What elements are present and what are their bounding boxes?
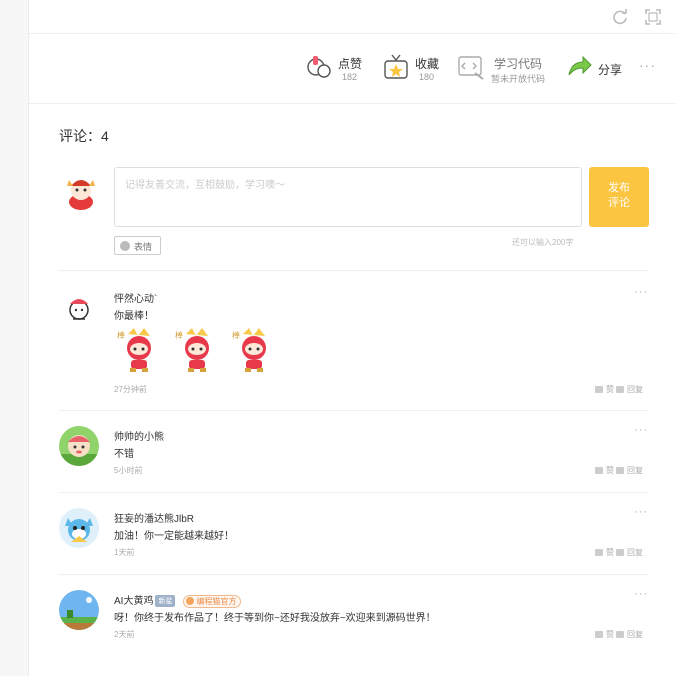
left-sidebar-strip xyxy=(0,0,29,676)
fullscreen-icon[interactable] xyxy=(644,8,662,26)
divider xyxy=(59,270,649,271)
comments-count-title: 评论：4 xyxy=(59,128,109,144)
new-star-badge: 新星 xyxy=(155,595,176,607)
comment-more-button[interactable]: ··· xyxy=(634,506,648,518)
comment-time: 1天前 xyxy=(114,548,135,557)
share-button[interactable]: 分享 xyxy=(565,52,627,86)
sticker-image: 棒 xyxy=(175,328,209,372)
comment-item: AI大黄鸡 新星 编程猫官方 呀！你终于发布作品了！终于等到你~还好我没放弃~欢迎来… xyxy=(59,588,649,646)
comment-like-button[interactable]: 赞 xyxy=(606,385,614,394)
official-badge-icon xyxy=(186,597,195,605)
like-button[interactable]: 点赞 182 xyxy=(305,52,367,86)
user-avatar xyxy=(59,590,99,630)
user-avatar xyxy=(59,508,99,548)
user-avatar xyxy=(59,426,99,466)
divider xyxy=(59,574,649,575)
comment-text: 呀！你终于发布作品了！终于等到你~还好我没放弃~欢迎来到源码世界！ xyxy=(114,613,436,624)
comment-like-button[interactable]: 赞 xyxy=(606,548,614,557)
action-bar: 点赞 182 收藏 180 学习代码 暂未开放代码 分享 ··· xyxy=(29,34,675,104)
comment-like-button[interactable]: 赞 xyxy=(606,466,614,475)
like-icon xyxy=(595,386,603,393)
comment-time: 27分钟前 xyxy=(114,385,147,394)
more-options-button[interactable]: ··· xyxy=(639,57,656,73)
like-label: 点赞 xyxy=(338,57,363,71)
sticker-image: 棒 xyxy=(117,328,151,372)
learn-code-button[interactable]: 学习代码 暂未开放代码 xyxy=(457,52,557,86)
comment-item: 怦然心动` 你最棒！ 棒 棒 棒 27分钟前 ··· 赞 回复 xyxy=(59,286,649,398)
publish-label-line2: 评论 xyxy=(608,197,630,209)
publish-comment-button[interactable]: 发布 评论 xyxy=(589,167,649,227)
comment-text: 不错 xyxy=(114,449,134,460)
comment-time: 2天前 xyxy=(114,630,135,639)
comment-text: 加油！你一定能越来越好！ xyxy=(114,531,234,542)
sticker-image: 棒 xyxy=(232,328,266,372)
sticker-group: 棒 棒 棒 xyxy=(114,324,284,374)
comment-more-button[interactable]: ··· xyxy=(634,424,648,436)
learn-code-label: 学习代码 xyxy=(494,57,543,71)
comment-username-row: AI大黄鸡 新星 编程猫官方 xyxy=(114,592,242,608)
like-icon xyxy=(595,549,603,556)
divider xyxy=(59,410,649,411)
comment-username[interactable]: 狂妄的潘达熊JlbR xyxy=(114,510,194,525)
official-badge-label: 编程猫官方 xyxy=(196,597,237,606)
reply-icon xyxy=(616,631,624,638)
share-arrow-icon xyxy=(568,55,592,76)
comment-time: 5小时前 xyxy=(114,466,143,475)
comment-more-button[interactable]: ··· xyxy=(634,588,648,600)
comment-username[interactable]: 帅帅的小熊 xyxy=(114,428,164,443)
reply-icon xyxy=(616,467,624,474)
reply-icon xyxy=(616,386,624,393)
smile-icon xyxy=(120,241,130,251)
comment-actions: 赞 回复 xyxy=(593,384,643,395)
comment-username[interactable]: AI大黄鸡 xyxy=(114,596,153,607)
comment-input[interactable]: 记得友善交流，互相鼓励，学习噢～ xyxy=(114,167,582,227)
comment-reply-button[interactable]: 回复 xyxy=(627,385,643,394)
share-label: 分享 xyxy=(598,63,623,77)
learn-code-sub: 暂未开放代码 xyxy=(491,74,546,84)
current-user-avatar xyxy=(67,180,95,210)
comment-actions: 赞 回复 xyxy=(593,547,643,558)
comment-reply-button[interactable]: 回复 xyxy=(627,630,643,639)
collect-box-icon xyxy=(384,54,408,79)
publish-label-line1: 发布 xyxy=(608,182,630,194)
svg-text:棒: 棒 xyxy=(117,330,125,340)
comment-more-button[interactable]: ··· xyxy=(634,286,648,298)
comment-item: 帅帅的小熊 不错 5小时前 ··· 赞 回复 xyxy=(59,424,649,482)
reply-icon xyxy=(616,549,624,556)
emoji-button[interactable]: 表情 xyxy=(114,236,161,255)
thumbs-up-icon xyxy=(307,56,331,78)
comment-item: 狂妄的潘达熊JlbR 加油！你一定能越来越好！ 1天前 ··· 赞 回复 xyxy=(59,506,649,564)
refresh-icon[interactable] xyxy=(611,8,629,26)
comment-actions: 赞 回复 xyxy=(593,629,643,640)
comment-text: 你最棒！ xyxy=(114,311,154,322)
svg-text:棒: 棒 xyxy=(175,330,183,340)
like-icon xyxy=(595,631,603,638)
comment-like-button[interactable]: 赞 xyxy=(606,630,614,639)
collect-count: 180 xyxy=(419,72,435,82)
top-toolbar xyxy=(29,0,675,34)
comment-reply-button[interactable]: 回复 xyxy=(627,548,643,557)
like-icon xyxy=(595,467,603,474)
comment-actions: 赞 回复 xyxy=(593,465,643,476)
official-badge: 编程猫官方 xyxy=(183,595,242,608)
collect-label: 收藏 xyxy=(415,57,440,71)
collect-button[interactable]: 收藏 180 xyxy=(382,52,444,86)
divider xyxy=(59,492,649,493)
comment-username[interactable]: 怦然心动` xyxy=(114,290,157,305)
char-count-hint: 还可以输入200字 xyxy=(512,238,574,247)
comment-reply-button[interactable]: 回复 xyxy=(627,466,643,475)
svg-text:棒: 棒 xyxy=(232,330,240,340)
code-card-icon xyxy=(458,56,484,80)
emoji-label: 表情 xyxy=(134,242,153,252)
user-avatar xyxy=(59,288,99,328)
like-count: 182 xyxy=(342,72,358,82)
